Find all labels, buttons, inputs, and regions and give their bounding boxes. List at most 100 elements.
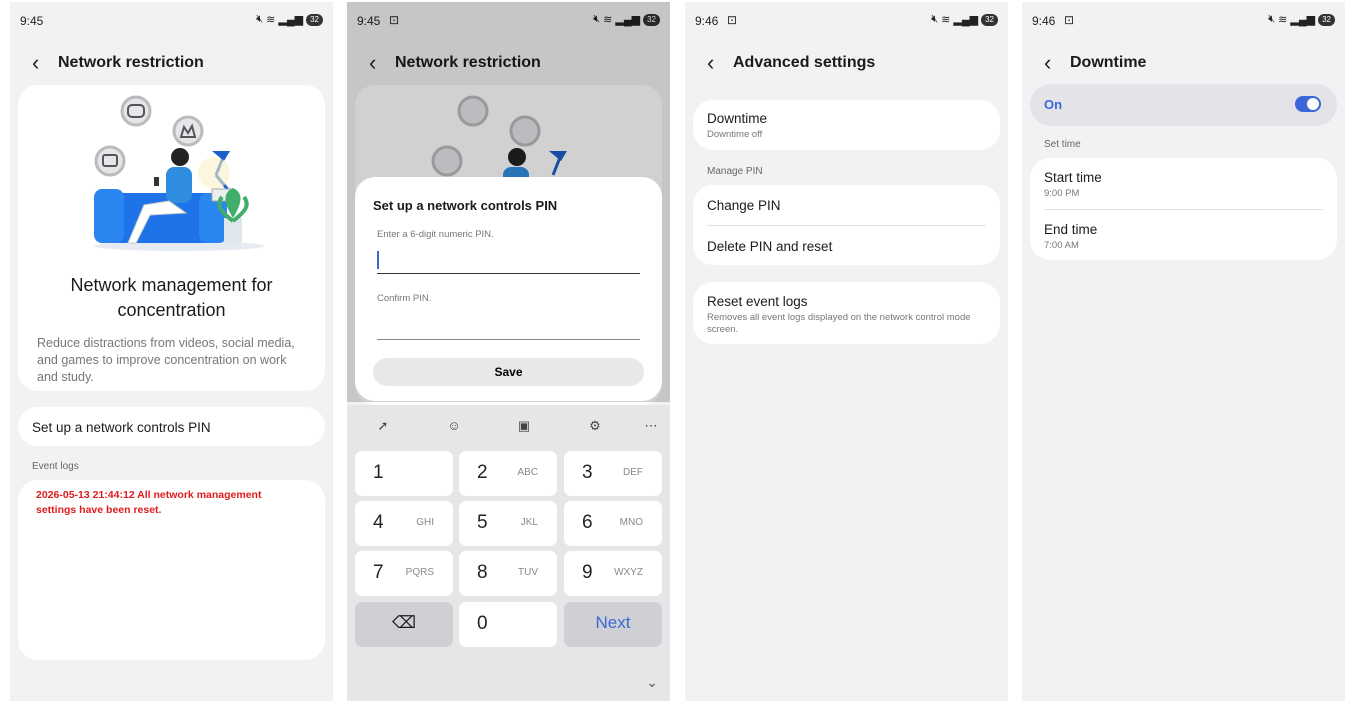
status-icons: 🔇︎ ≋ ▂▄▆ 32: [931, 13, 998, 26]
status-time: 9:45: [20, 14, 44, 28]
key-5[interactable]: 5 JKL: [459, 501, 557, 546]
confirm-pin-field[interactable]: [377, 339, 640, 340]
page-title: Network restriction: [58, 54, 204, 71]
downtime-status: Downtime off: [707, 129, 763, 140]
start-time-item[interactable]: Start time 9:00 PM: [1030, 158, 1337, 209]
delete-pin-item[interactable]: Delete PIN and reset: [693, 226, 1000, 265]
end-time-item[interactable]: End time 7:00 AM: [1030, 210, 1337, 260]
signal-icon: ▂▄▆: [1290, 14, 1316, 26]
key-digit: 3: [582, 462, 593, 483]
key-letters: ABC: [517, 467, 538, 478]
expression-icon[interactable]: ➚: [371, 414, 395, 438]
back-icon[interactable]: ‹: [707, 52, 733, 74]
next-label: Next: [595, 613, 631, 632]
key-8[interactable]: 8 TUV: [459, 551, 557, 596]
key-0[interactable]: 0: [459, 602, 557, 647]
change-pin-item[interactable]: Change PIN: [693, 185, 1000, 225]
clipboard-icon[interactable]: ▣: [512, 414, 536, 438]
pin-field[interactable]: [377, 273, 640, 274]
key-digit: 1: [373, 462, 384, 483]
page-title: Downtime: [1070, 54, 1147, 71]
battery-icon: 32: [1318, 13, 1335, 26]
key-3[interactable]: 3 DEF: [564, 451, 662, 496]
key-1[interactable]: 1: [355, 451, 453, 496]
concentration-illustration: [94, 95, 264, 251]
key-letters: WXYZ: [614, 567, 643, 578]
status-bar: 9:46 ⊡ 🔇︎ ≋ ▂▄▆ 32: [1032, 13, 1335, 29]
key-9[interactable]: 9 WXYZ: [564, 551, 662, 596]
screen-record-icon: ⊡: [1064, 13, 1075, 27]
mute-icon: 🔇︎: [931, 13, 939, 25]
dialog-title: Set up a network controls PIN: [373, 198, 558, 213]
manage-pin-label: Manage PIN: [707, 166, 763, 177]
key-letters: JKL: [520, 517, 538, 528]
status-icons: 🔇︎ ≋ ▂▄▆ 32: [1268, 13, 1335, 26]
key-2[interactable]: 2 ABC: [459, 451, 557, 496]
pin-group: Change PIN Delete PIN and reset: [693, 185, 1000, 265]
wifi-icon: ≋: [266, 14, 276, 26]
status-icons: 🔇︎ ≋ ▂▄▆ 32: [256, 13, 323, 26]
change-pin-label: Change PIN: [707, 198, 781, 213]
end-time-value: 7:00 AM: [1044, 240, 1079, 251]
more-icon[interactable]: ⋯: [639, 414, 663, 438]
setup-pin-button[interactable]: Set up a network controls PIN: [18, 407, 325, 446]
app-header: ‹ Downtime: [1044, 50, 1146, 76]
wifi-icon: ≋: [941, 14, 951, 26]
battery-icon: 32: [981, 13, 998, 26]
start-time-label: Start time: [1044, 170, 1102, 185]
screen-advanced-settings: 9:46 ⊡ 🔇︎ ≋ ▂▄▆ 32 ‹ Advanced settings D…: [685, 2, 1008, 701]
signal-icon: ▂▄▆: [278, 14, 304, 26]
key-6[interactable]: 6 MNO: [564, 501, 662, 546]
backspace-icon: ⌫: [391, 613, 417, 632]
emoji-icon[interactable]: ☺: [442, 414, 466, 438]
reset-logs-desc: Removes all event logs displayed on the …: [707, 312, 971, 335]
battery-icon: 32: [306, 13, 323, 26]
time-group: Start time 9:00 PM End time 7:00 AM: [1030, 158, 1337, 260]
save-button[interactable]: Save: [373, 358, 644, 386]
hide-keyboard-icon[interactable]: ⌄: [646, 674, 658, 691]
toggle-knob: [1307, 98, 1319, 110]
key-digit: 6: [582, 512, 593, 533]
screen-downtime: 9:46 ⊡ 🔇︎ ≋ ▂▄▆ 32 ‹ Downtime On Set tim…: [1022, 2, 1345, 701]
toggle-switch[interactable]: [1295, 96, 1321, 112]
signal-icon: ▂▄▆: [953, 14, 979, 26]
downtime-item[interactable]: Downtime Downtime off: [693, 100, 1000, 150]
mute-icon: 🔇︎: [1268, 13, 1276, 25]
status-bar: 9:46 ⊡ 🔇︎ ≋ ▂▄▆ 32: [695, 13, 998, 29]
page-title: Advanced settings: [733, 54, 876, 71]
keyboard-toolbar: ➚ ☺ ▣ ⚙ ⋯: [347, 410, 670, 440]
start-time-value: 9:00 PM: [1044, 188, 1080, 199]
pin-dialog: Set up a network controls PIN Enter a 6-…: [355, 177, 662, 401]
back-icon[interactable]: ‹: [1044, 52, 1070, 74]
event-log-card: 2026-05-13 21:44:12 All network manageme…: [18, 480, 325, 660]
key-4[interactable]: 4 GHI: [355, 501, 453, 546]
numeric-keyboard: ➚ ☺ ▣ ⚙ ⋯ ⌫ 0 Next ⌄ 1 2 ABC 3 DEF 4 GHI 5 JKL 6 M…: [347, 405, 670, 701]
screen-pin-setup: 9:45 ⊡ 🔇︎ ≋ ▂▄▆ 32 ‹ Network restriction…: [347, 2, 670, 701]
app-header: ‹ Network restriction: [32, 50, 204, 76]
log-entry: 2026-05-13 21:44:12 All network manageme…: [36, 489, 262, 516]
screen-record-icon: ⊡: [727, 13, 738, 27]
reset-logs-title: Reset event logs: [707, 294, 808, 309]
key-letters: GHI: [416, 517, 434, 528]
key-letters: PQRS: [405, 567, 434, 578]
downtime-title: Downtime: [707, 111, 768, 126]
key-letters: MNO: [619, 517, 643, 528]
setup-pin-label: Set up a network controls PIN: [32, 420, 211, 435]
settings-icon[interactable]: ⚙: [583, 414, 607, 438]
backspace-key[interactable]: ⌫: [355, 602, 453, 647]
text-caret: [377, 251, 379, 269]
status-time: 9:46: [695, 14, 719, 28]
next-key[interactable]: Next: [564, 602, 662, 647]
set-time-label: Set time: [1044, 139, 1081, 150]
reset-logs-item[interactable]: Reset event logs Removes all event logs …: [693, 282, 1000, 344]
key-digit: 0: [477, 613, 488, 634]
key-letters: DEF: [623, 467, 643, 478]
key-7[interactable]: 7 PQRS: [355, 551, 453, 596]
key-digit: 7: [373, 562, 384, 583]
back-icon[interactable]: ‹: [32, 52, 58, 74]
app-header: ‹ Advanced settings: [707, 50, 875, 76]
intro-heading: Network management for concentration: [70, 275, 273, 320]
downtime-master-switch[interactable]: On: [1030, 84, 1337, 126]
key-digit: 5: [477, 512, 488, 533]
intro-description: Reduce distractions from videos, social …: [37, 336, 295, 384]
